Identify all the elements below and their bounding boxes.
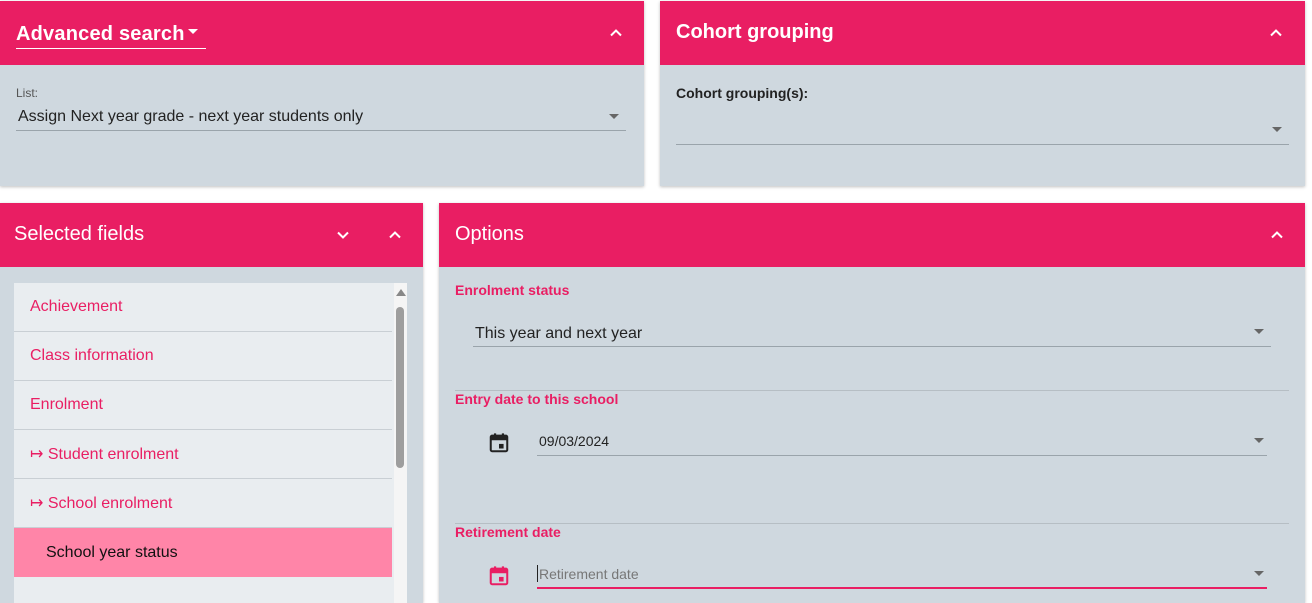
advanced-search-header: Advanced search — [0, 1, 644, 65]
collapse-selected-fields-button[interactable] — [379, 219, 411, 251]
advanced-search-dropdown[interactable]: Advanced search — [16, 21, 206, 49]
options-panel: Options Enrolment status This year and n… — [439, 203, 1305, 603]
list-select-underline — [16, 130, 626, 131]
cohort-grouping-panel: Cohort grouping Cohort grouping(s): — [660, 1, 1305, 186]
chevron-up-icon — [1270, 29, 1282, 37]
advanced-search-title: Advanced search — [16, 23, 185, 45]
collapse-options-button[interactable] — [1261, 219, 1293, 251]
retirement-date-placeholder: Retirement date — [539, 566, 639, 582]
scrollbar-thumb[interactable] — [396, 307, 404, 468]
selected-fields-header: Selected fields — [0, 203, 423, 267]
enrolment-status-value: This year and next year — [475, 325, 643, 342]
chevron-up-icon — [610, 29, 622, 37]
enrolment-status-label: Enrolment status — [455, 282, 570, 298]
list-item-school-year-status[interactable]: School year status — [14, 528, 392, 577]
selected-fields-list[interactable]: Achievement Class information Enrolment … — [14, 283, 407, 603]
cohort-grouping-title: Cohort grouping — [676, 21, 834, 43]
list-item-achievement[interactable]: Achievement — [14, 283, 392, 332]
caret-down-icon — [188, 29, 198, 34]
list-select-value: Assign Next year grade - next year stude… — [18, 108, 364, 125]
dropdown-arrow-icon — [1272, 127, 1282, 132]
list-item-enrolment[interactable]: Enrolment — [14, 381, 392, 430]
chevron-down-icon — [337, 231, 349, 239]
cohort-grouping-label: Cohort grouping(s): — [676, 85, 809, 101]
dropdown-arrow-icon — [1254, 571, 1264, 576]
collapse-advanced-search-button[interactable] — [600, 17, 632, 49]
options-header: Options — [439, 203, 1305, 267]
list-item-student-enrolment[interactable]: ↦ Student enrolment — [14, 430, 392, 479]
calendar-icon[interactable] — [488, 432, 510, 454]
selected-fields-panel: Selected fields Achievement Class inform… — [0, 203, 423, 603]
calendar-icon[interactable] — [488, 565, 510, 587]
list-label: List: — [16, 86, 39, 100]
section-divider — [455, 523, 1289, 524]
dropdown-arrow-icon — [609, 114, 619, 119]
advanced-search-panel: Advanced search List: Assign Next year g… — [0, 1, 644, 186]
selected-fields-title: Selected fields — [14, 223, 145, 245]
cohort-grouping-header: Cohort grouping — [660, 1, 1305, 65]
enrolment-status-underline — [473, 346, 1271, 347]
entry-date-label: Entry date to this school — [455, 391, 619, 407]
text-cursor — [537, 565, 538, 582]
entry-date-value: 09/03/2024 — [539, 433, 610, 449]
retirement-date-label: Retirement date — [455, 524, 561, 540]
retirement-date-underline — [537, 587, 1267, 589]
cohort-grouping-underline — [676, 144, 1289, 145]
list-item-class-information[interactable]: Class information — [14, 332, 392, 381]
scroll-up-arrow-icon[interactable] — [396, 289, 406, 296]
list-scrollbar[interactable] — [394, 283, 407, 603]
collapse-cohort-grouping-button[interactable] — [1260, 17, 1292, 49]
dropdown-arrow-icon — [1254, 329, 1264, 334]
expand-selected-fields-button[interactable] — [327, 219, 359, 251]
options-title: Options — [455, 223, 524, 245]
chevron-up-icon — [1271, 231, 1283, 239]
chevron-up-icon — [389, 231, 401, 239]
list-item-school-enrolment[interactable]: ↦ School enrolment — [14, 479, 392, 528]
dropdown-arrow-icon — [1254, 438, 1264, 443]
entry-date-underline — [537, 455, 1267, 456]
